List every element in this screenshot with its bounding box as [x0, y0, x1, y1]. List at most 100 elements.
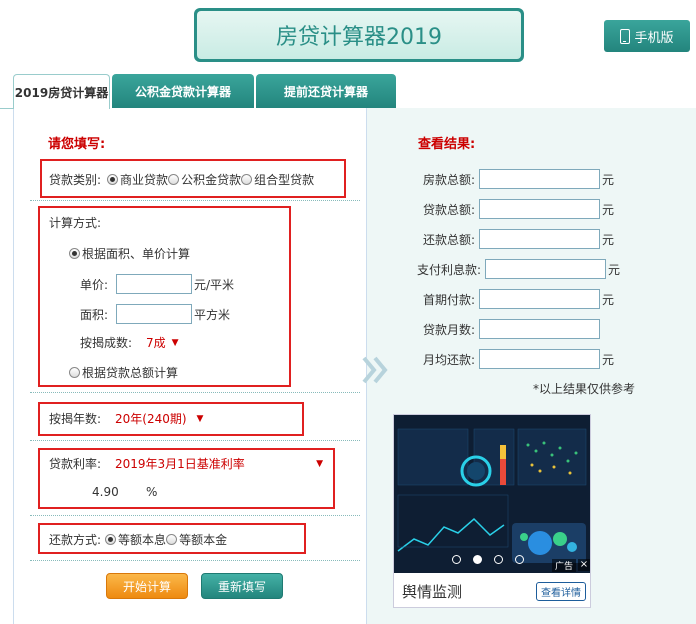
result-row-house-total: 房款总额: 元 [413, 169, 614, 189]
price-input[interactable] [116, 274, 192, 294]
result-unit: 元 [602, 172, 615, 187]
title-banner: 房贷计算器2019 [194, 8, 524, 62]
double-chevron-right-icon [362, 356, 388, 384]
monthly-payment-field[interactable] [479, 349, 600, 369]
area-unit: 平方米 [194, 307, 231, 322]
ad-page-dot-active[interactable] [473, 555, 482, 564]
ratio-select[interactable]: 7成 ▼ [146, 334, 179, 351]
area-row: 面积: 平方米 [80, 304, 230, 324]
rate-number[interactable]: 4.90 [92, 485, 140, 499]
calc-by-total-label[interactable]: 根据贷款总额计算 [82, 364, 178, 381]
loan-type-commercial-label[interactable]: 商业贷款 [120, 171, 168, 188]
result-unit: 元 [602, 232, 615, 247]
house-total-field[interactable] [479, 169, 600, 189]
result-label: 贷款月数: [422, 322, 475, 337]
ratio-row: 按揭成数: 7成 ▼ [80, 334, 179, 351]
ratio-value: 7成 [146, 336, 166, 350]
ad-label-badge: 广告 [552, 559, 577, 572]
ratio-label: 按揭成数: [80, 336, 133, 350]
result-label: 首期付款: [422, 292, 475, 307]
area-label: 面积: [80, 307, 109, 322]
calc-by-total-radio[interactable] [69, 367, 80, 378]
mobile-version-button[interactable]: 手机版 [604, 20, 690, 52]
result-unit: 元 [602, 202, 615, 217]
area-input[interactable] [116, 304, 192, 324]
phone-icon [620, 28, 631, 44]
result-row-monthly-payment: 月均还款: 元 [413, 349, 614, 369]
ad-page-dot[interactable] [515, 555, 524, 564]
results-note: *以上结果仅供参考 [533, 382, 636, 396]
result-label: 还款总额: [422, 232, 475, 247]
result-row-down-payment: 首期付款: 元 [413, 289, 614, 309]
years-select[interactable]: 20年(240期) ▼ [115, 410, 203, 427]
loan-type-row: 贷款类别: 商业贷款 公积金贷款 组合型贷款 [49, 171, 314, 188]
months-field[interactable] [479, 319, 600, 339]
result-unit: 元 [602, 292, 615, 307]
reset-button[interactable]: 重新填写 [201, 573, 283, 599]
ad-detail-button[interactable]: 查看详情 [536, 581, 586, 601]
down-payment-field[interactable] [479, 289, 600, 309]
dropdown-caret-icon: ▼ [171, 337, 179, 348]
calc-by-area-row[interactable]: 根据面积、单价计算 [69, 245, 190, 262]
repay-equal-installment-label[interactable]: 等额本息 [118, 531, 166, 548]
loan-total-field[interactable] [479, 199, 600, 219]
result-row-loan-total: 贷款总额: 元 [413, 199, 614, 219]
separator [30, 440, 360, 441]
loan-type-label: 贷款类别: [49, 173, 102, 187]
dashboard-illustration [394, 415, 590, 573]
loan-type-combined-radio[interactable] [241, 174, 253, 185]
ad-footer: 舆情监测 查看详情 [394, 575, 590, 607]
separator [30, 392, 360, 393]
loan-type-commercial-radio[interactable] [107, 174, 119, 185]
ad-page-dot[interactable] [494, 555, 503, 564]
result-label: 支付利息款: [416, 262, 481, 277]
ad-pagination [452, 555, 524, 564]
calculate-button[interactable]: 开始计算 [106, 573, 188, 599]
tab-prepayment-calculator[interactable]: 提前还贷计算器 [256, 74, 396, 108]
loan-type-fund-label[interactable]: 公积金贷款 [181, 171, 241, 188]
result-label: 贷款总额: [422, 202, 475, 217]
tab-housing-fund-calculator[interactable]: 公积金贷款计算器 [112, 74, 254, 108]
repay-equal-principal-radio[interactable] [166, 534, 178, 545]
calc-method-heading: 计算方式: [49, 216, 102, 230]
result-label: 月均还款: [422, 352, 475, 367]
repay-row: 还款方式: 等额本息 等额本金 [49, 531, 227, 548]
years-value: 20年(240期) [115, 412, 187, 426]
result-label: 房款总额: [422, 172, 475, 187]
result-unit: 元 [602, 352, 615, 367]
result-unit: 元 [608, 262, 621, 277]
tab-mortgage-calculator[interactable]: 2019房贷计算器 [13, 74, 110, 109]
rate-label: 贷款利率: [49, 457, 102, 471]
calc-method-highlight [38, 206, 291, 387]
loan-type-combined-label[interactable]: 组合型贷款 [254, 171, 314, 188]
ad-dashboard-image: 广告 × [394, 415, 590, 573]
loan-type-fund-radio[interactable] [168, 174, 180, 185]
result-row-months: 贷款月数: [413, 319, 600, 339]
result-row-repay-total: 还款总额: 元 [413, 229, 614, 249]
results-heading: 查看结果: [418, 137, 476, 152]
calc-by-area-radio[interactable] [69, 248, 80, 259]
repay-equal-installment-radio[interactable] [105, 534, 117, 545]
dropdown-caret-icon: ▼ [196, 413, 204, 424]
result-row-interest: 支付利息款: 元 [407, 259, 620, 279]
rate-row: 贷款利率: 2019年3月1日基准利率 ▼ [49, 455, 323, 472]
page-title: 房贷计算器2019 [197, 11, 521, 59]
repay-label: 还款方式: [49, 533, 102, 547]
calc-by-total-row[interactable]: 根据贷款总额计算 [69, 364, 178, 381]
repay-equal-principal-label[interactable]: 等额本金 [179, 531, 227, 548]
dropdown-caret-icon: ▼ [316, 458, 323, 469]
calc-by-area-label[interactable]: 根据面积、单价计算 [82, 245, 190, 262]
interest-field[interactable] [485, 259, 606, 279]
separator [30, 560, 360, 561]
form-heading: 请您填写: [48, 137, 106, 152]
repay-total-field[interactable] [479, 229, 600, 249]
ad-banner[interactable]: 广告 × 舆情监测 查看详情 [393, 414, 591, 608]
price-label: 单价: [80, 277, 109, 292]
rate-number-row: 4.90 % [92, 485, 157, 499]
price-row: 单价: 元/平米 [80, 274, 234, 294]
rate-select[interactable]: 2019年3月1日基准利率 ▼ [115, 455, 323, 472]
close-icon[interactable]: × [578, 559, 590, 571]
ad-page-dot[interactable] [452, 555, 461, 564]
years-label: 按揭年数: [49, 412, 102, 426]
separator [30, 515, 360, 516]
